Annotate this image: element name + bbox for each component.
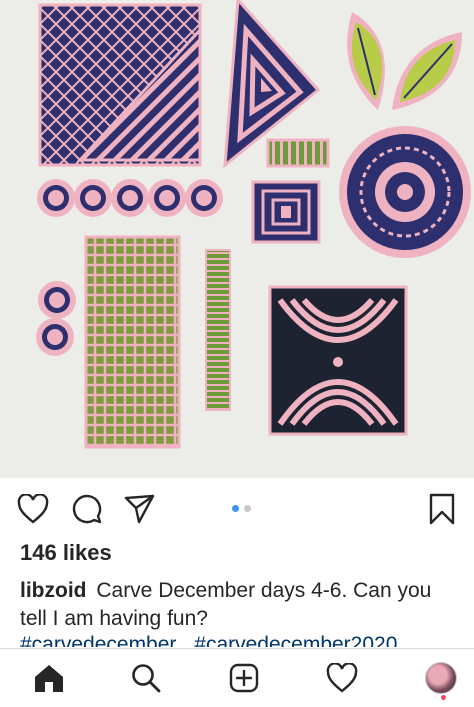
bottom-nav-bar <box>0 648 474 707</box>
carousel-dot <box>244 505 251 512</box>
caption-username[interactable]: libzoid <box>20 579 87 602</box>
activity-icon[interactable] <box>325 661 359 695</box>
new-post-icon[interactable] <box>227 661 261 695</box>
stamp-green-strip <box>266 138 330 168</box>
bookmark-icon[interactable] <box>425 492 459 526</box>
hashtag-link[interactable]: #carvedecember2020 <box>194 633 397 647</box>
stamp-square-concentric <box>251 180 321 244</box>
likes-count[interactable]: 146 likes <box>20 540 112 566</box>
search-icon[interactable] <box>129 661 163 695</box>
stamp-circle-row <box>37 179 223 217</box>
stamp-grid-block <box>84 235 181 449</box>
carousel-indicator <box>232 505 251 512</box>
heart-icon[interactable] <box>16 492 50 526</box>
notification-dot <box>441 695 446 700</box>
post-caption: libzoid Carve December days 4-6. Can you… <box>20 577 460 633</box>
hashtag-link[interactable]: #carvedecember <box>20 633 176 647</box>
stamp-flower-circle <box>339 126 471 258</box>
stamp-green-column <box>205 249 231 411</box>
caption-hashtags: #carvedecember #carvedecember2020 <box>20 631 470 647</box>
home-icon[interactable] <box>32 661 66 695</box>
post-actions-bar <box>0 478 474 540</box>
carousel-dot-active <box>232 505 239 512</box>
profile-avatar[interactable] <box>424 661 458 695</box>
comment-icon[interactable] <box>70 492 104 526</box>
post-photo[interactable] <box>0 0 474 478</box>
avatar <box>425 662 457 694</box>
share-icon[interactable] <box>122 492 156 526</box>
stamp-arches-square <box>268 285 408 436</box>
